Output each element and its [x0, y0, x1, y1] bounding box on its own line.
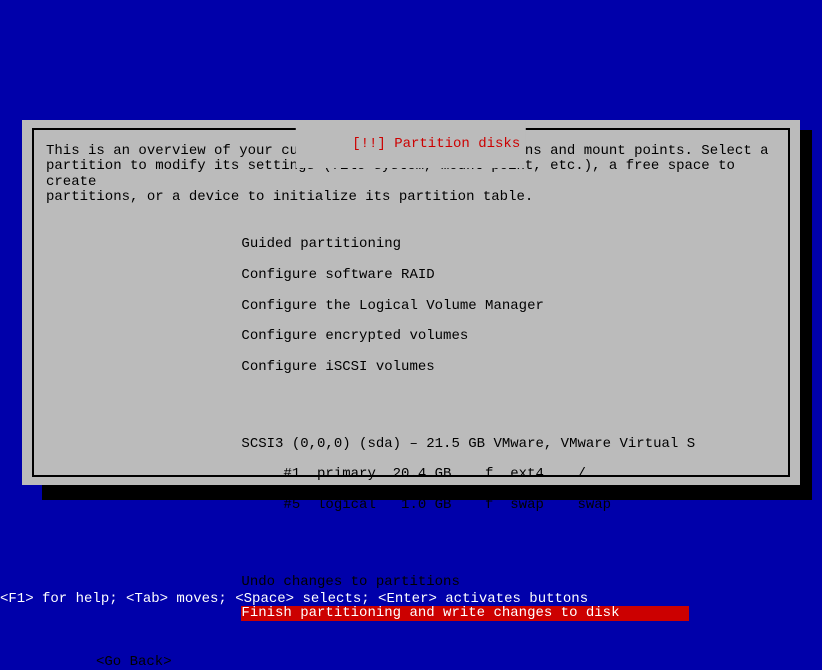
menu-configure-iscsi[interactable]: Configure iSCSI volumes	[241, 360, 434, 375]
menu-partition-1[interactable]: #1 primary 20.4 GB f ext4 /	[241, 467, 585, 482]
partition-dialog: [!!] Partition disks This is an overview…	[22, 120, 800, 485]
partition-menu: Guided partitioning Configure software R…	[191, 222, 776, 637]
dialog-frame: [!!] Partition disks This is an overview…	[32, 128, 790, 477]
help-bar: <F1> for help; <Tab> moves; <Space> sele…	[0, 591, 588, 607]
dialog-title: [!!] Partition disks	[296, 120, 526, 168]
menu-guided-partitioning[interactable]: Guided partitioning	[241, 237, 401, 252]
menu-configure-lvm[interactable]: Configure the Logical Volume Manager	[241, 299, 543, 314]
menu-configure-encrypted[interactable]: Configure encrypted volumes	[241, 329, 468, 344]
menu-finish-partitioning[interactable]: Finish partitioning and write changes to…	[241, 606, 689, 621]
menu-partition-5[interactable]: #5 logical 1.0 GB f swap swap	[241, 498, 611, 513]
menu-configure-raid[interactable]: Configure software RAID	[241, 268, 434, 283]
menu-undo-changes[interactable]: Undo changes to partitions	[241, 575, 459, 590]
go-back-button[interactable]: <Go Back>	[96, 654, 776, 670]
menu-disk-header[interactable]: SCSI3 (0,0,0) (sda) – 21.5 GB VMware, VM…	[241, 437, 695, 452]
